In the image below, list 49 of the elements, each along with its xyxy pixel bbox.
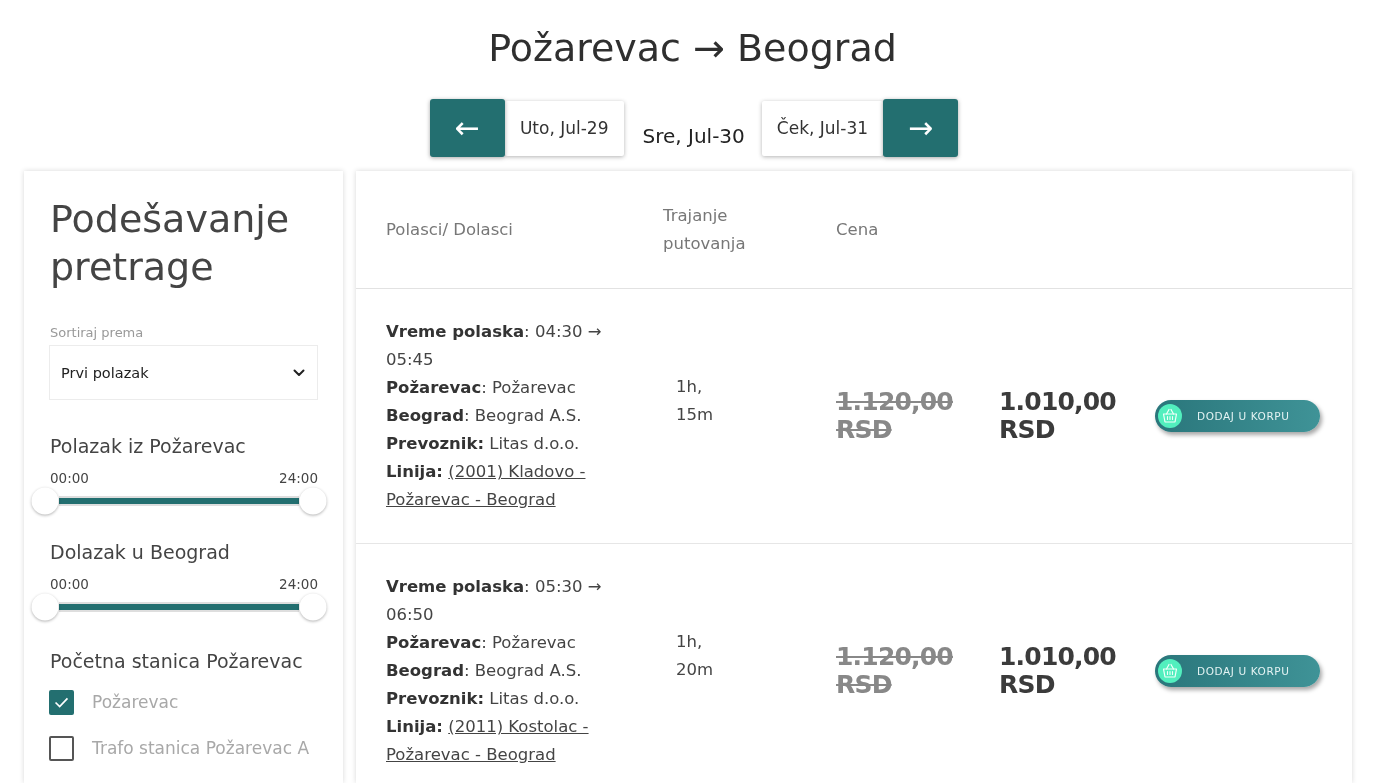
origin-station: Požarevac: Požarevac [386,377,577,399]
discounted-price: 1.010,00 RSD [999,643,1117,699]
travel-duration: 1h, 15m [676,376,715,426]
slider-handle[interactable] [299,593,327,621]
range-min-label: 00:00 [50,469,89,488]
slider-handle[interactable] [31,487,59,515]
departure-time: Vreme polaska: 04:30 → 05:45 [386,321,603,371]
route-info-link[interactable]: Linija: (2001) Kladovo - Požarevac - Beograd [386,458,631,514]
sort-label: Sortiraj prema [50,324,145,342]
next-day-button[interactable]: → [883,99,959,157]
basket-icon [1158,404,1182,428]
slider-label: Polazak iz Požarevac [50,434,247,459]
carrier-info: Prevoznik: Litas d.o.o. [386,688,581,710]
slider-handle[interactable] [31,593,59,621]
original-price: 1.120,00 RSD [836,643,954,699]
checkbox[interactable] [49,689,74,715]
slider-handle[interactable] [299,487,327,515]
original-price: 1.120,00 RSD [836,388,954,444]
date-button[interactable]: Uto, Jul-29 [504,100,624,156]
carrier-info: Prevoznik: Litas d.o.o. [386,433,581,455]
panel-title: Podešavanje pretrage [50,196,291,291]
stations-heading: Početna stanica Požarevac [50,649,304,674]
origin-station: Požarevac: Požarevac [386,632,577,654]
range-max-label: 24:00 [279,575,318,594]
destination-station: Beograd: Beograd A.S. [386,660,583,682]
add-to-cart-button[interactable]: DODAJ U KORPU [1155,400,1320,432]
checkbox-label: Požarevac [92,692,179,712]
range-max-label: 24:00 [279,469,318,488]
sort-select[interactable]: Prvi polazak [49,345,318,400]
checkbox-label: Trafo stanica Požarevac A [92,738,309,758]
route-title: Požarevac → Beograd [487,25,898,72]
previous-day-button[interactable]: ← [429,99,505,157]
discounted-price: 1.010,00 RSD [999,388,1117,444]
destination-station: Beograd: Beograd A.S. [386,405,583,427]
column-header: Polasci/ Dolasci [386,218,514,241]
column-header: Cena [836,218,880,241]
basket-icon [1158,659,1182,683]
chevron-down-icon [293,368,305,377]
add-to-cart-button[interactable]: DODAJ U KORPU [1155,655,1320,687]
departure-time: Vreme polaska: 05:30 → 06:50 [386,576,603,626]
travel-duration: 1h, 20m [676,631,715,681]
checkbox[interactable] [49,735,74,761]
date-button[interactable]: Ček, Jul-31 [761,100,884,156]
column-header: Trajanje putovanja [663,204,747,255]
route-info-link[interactable]: Linija: (2011) Kostolac - Požarevac - Beograd [386,713,631,769]
checkmark-icon [54,696,69,708]
current-date: Sre, Jul-30 [642,124,745,148]
range-min-label: 00:00 [50,575,89,594]
slider-label: Dolazak u Beograd [50,540,231,565]
